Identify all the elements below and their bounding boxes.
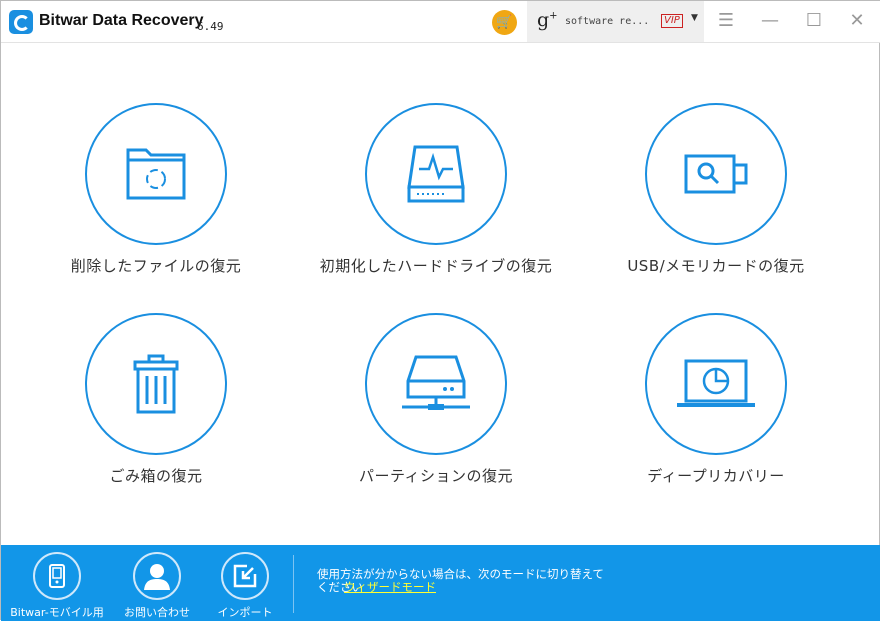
chevron-down-icon[interactable]: ▼: [691, 13, 698, 23]
import-button[interactable]: インポート: [206, 552, 284, 620]
import-icon: [233, 564, 257, 588]
contact-label: お問い合わせ: [124, 606, 190, 619]
tile-label: 初期化したハードドライブの復元: [296, 255, 576, 276]
tile-deep-recovery[interactable]: ディープリカバリー: [576, 313, 856, 486]
tile-label: ごみ箱の復元: [16, 465, 296, 486]
tile-recycle-bin[interactable]: ごみ箱の復元: [16, 313, 296, 486]
title-bar: Bitwar Data Recovery 6.49 🛒 g+ software …: [1, 1, 880, 43]
tile-partition[interactable]: パーティションの復元: [296, 313, 576, 486]
mobile-button[interactable]: Bitwar-モバイル用: [5, 552, 109, 620]
cart-icon[interactable]: 🛒: [492, 10, 517, 35]
account-area[interactable]: g+ software re... VIP ▼: [527, 1, 704, 42]
tile-label: USB/メモリカードの復元: [576, 255, 856, 276]
partition-icon: [400, 354, 472, 414]
minimize-button[interactable]: —: [758, 10, 782, 31]
tile-label: 削除したファイルの復元: [16, 255, 296, 276]
user-icon: [142, 561, 172, 591]
usb-icon: [684, 154, 748, 194]
wizard-mode-link[interactable]: ウィザードモード: [344, 581, 436, 594]
vip-badge: VIP: [661, 14, 683, 28]
user-name[interactable]: software re...: [565, 16, 649, 27]
tile-usb-memory[interactable]: USB/メモリカードの復元: [576, 103, 856, 276]
hard-drive-icon: [407, 144, 465, 204]
divider: [293, 555, 294, 613]
trash-icon: [133, 354, 179, 414]
tile-formatted-drive[interactable]: 初期化したハードドライブの復元: [296, 103, 576, 276]
mobile-label: Bitwar-モバイル用: [10, 606, 103, 619]
menu-icon[interactable]: ☰: [714, 10, 738, 31]
tile-deleted-files[interactable]: 削除したファイルの復元: [16, 103, 296, 276]
tile-label: ディープリカバリー: [576, 465, 856, 486]
app-version: 6.49: [197, 20, 224, 33]
app-logo-icon: [9, 10, 33, 34]
close-button[interactable]: ✕: [845, 10, 869, 31]
phone-icon: [49, 564, 65, 588]
maximize-button[interactable]: ☐: [802, 10, 826, 31]
import-label: インポート: [218, 606, 273, 619]
folder-recycle-icon: [124, 146, 188, 202]
app-title: Bitwar Data Recovery: [39, 12, 204, 30]
google-plus-icon: g+: [537, 9, 558, 31]
laptop-icon: [675, 358, 757, 410]
footer-bar: Bitwar-モバイル用 お問い合わせ インポート 使用方法が分からない場合は、…: [1, 545, 880, 621]
tile-label: パーティションの復元: [296, 465, 576, 486]
contact-button[interactable]: お問い合わせ: [116, 552, 198, 620]
